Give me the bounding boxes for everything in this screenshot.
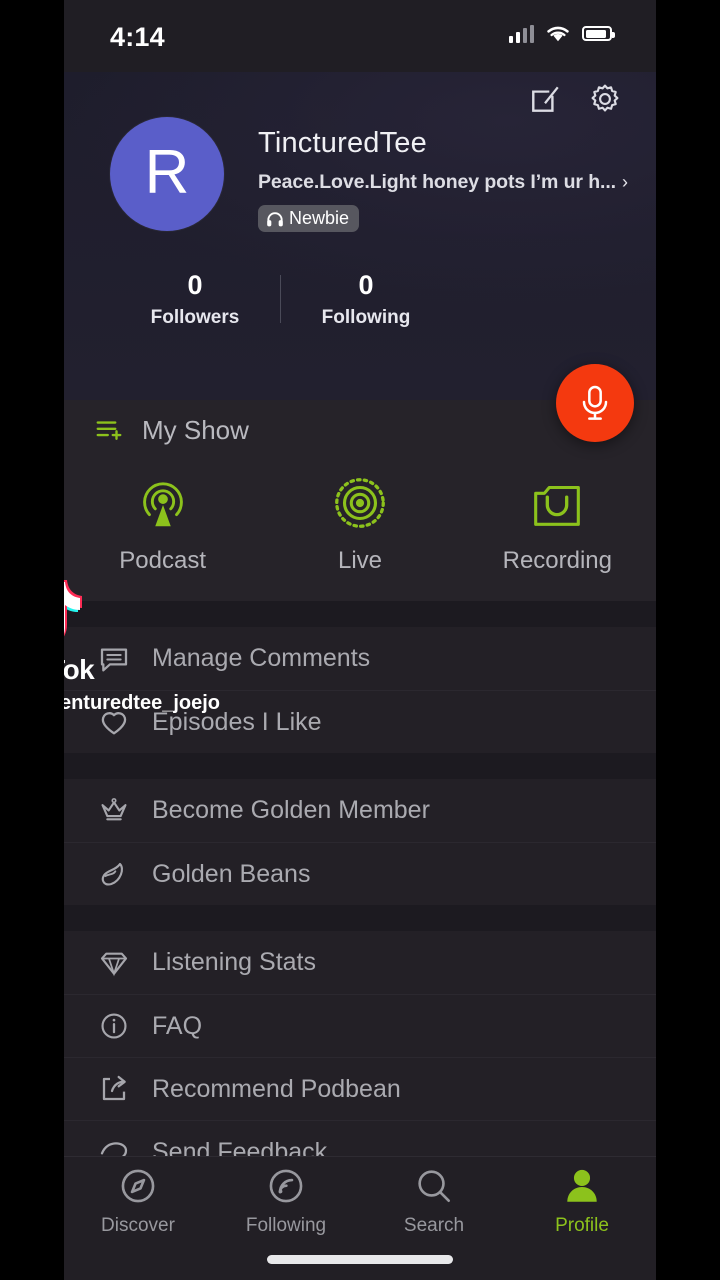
tab-label: Discover bbox=[101, 1215, 175, 1236]
gear-icon[interactable] bbox=[588, 82, 622, 116]
section-gap bbox=[64, 601, 656, 627]
profile-info: TincturedTee Peace.Love.Light honey pots… bbox=[258, 117, 628, 234]
tab-profile[interactable]: Profile bbox=[508, 1165, 656, 1245]
tab-label: Search bbox=[403, 1215, 465, 1236]
shortcut-recording-label: Recording bbox=[502, 547, 613, 574]
microphone-icon bbox=[582, 385, 608, 420]
shortcut-live-label: Live bbox=[337, 547, 382, 574]
home-indicator[interactable] bbox=[267, 1255, 453, 1264]
avatar-letter: R bbox=[144, 137, 190, 207]
menu-item-recommend-podbean[interactable]: Recommend Podbean bbox=[64, 1057, 656, 1120]
diamond-icon bbox=[94, 947, 134, 979]
menu-item-label: Recommend Podbean bbox=[152, 1074, 401, 1103]
status-badge[interactable]: Newbie bbox=[258, 205, 360, 232]
bottom-navigation: Discover Following Search Profile bbox=[64, 1156, 656, 1280]
edit-pencil-icon[interactable] bbox=[528, 82, 562, 116]
comment-icon bbox=[94, 643, 134, 675]
compass-icon bbox=[121, 1169, 155, 1203]
menu-item-episodes-i-like[interactable]: Episodes I Like bbox=[64, 690, 656, 753]
shortcut-podcast-label: Podcast bbox=[119, 547, 207, 574]
page-title: TincturedTee bbox=[258, 127, 427, 159]
tab-label: Following bbox=[245, 1215, 327, 1236]
profile-bio[interactable]: Peace.Love.Light honey pots I’m ur h... … bbox=[258, 171, 628, 194]
tab-following[interactable]: Following bbox=[212, 1165, 360, 1245]
stat-followers[interactable]: 0 Followers bbox=[110, 270, 280, 329]
followers-count: 0 bbox=[187, 269, 203, 300]
my-show-shortcuts: Podcast Live Recording bbox=[64, 460, 656, 601]
live-radio-icon bbox=[335, 478, 385, 528]
profile-bio-text: Peace.Love.Light honey pots I’m ur h... bbox=[258, 171, 616, 193]
person-icon bbox=[567, 1169, 597, 1202]
shortcut-live[interactable]: Live bbox=[261, 472, 458, 575]
bean-icon bbox=[94, 858, 134, 890]
share-icon bbox=[94, 1073, 134, 1105]
stat-following[interactable]: 0 Following bbox=[281, 270, 451, 329]
status-badge-label: Newbie bbox=[289, 208, 350, 228]
shortcut-podcast[interactable]: Podcast bbox=[64, 472, 261, 575]
menu-item-golden-beans[interactable]: Golden Beans bbox=[64, 842, 656, 905]
wifi-icon bbox=[547, 26, 569, 42]
menu-item-label: Episodes I Like bbox=[152, 707, 322, 736]
menu-item-label: Become Golden Member bbox=[152, 796, 430, 824]
menu-section-3: Listening Stats FAQ Recommend Podbean Se… bbox=[64, 931, 656, 1183]
crown-icon bbox=[94, 795, 134, 827]
info-icon bbox=[94, 1010, 134, 1042]
app-screen: 4:14 R TincturedTee Peace.Love.Light hon… bbox=[64, 0, 656, 1280]
tab-search[interactable]: Search bbox=[360, 1165, 508, 1245]
following-label: Following bbox=[321, 306, 411, 328]
podcast-broadcast-icon bbox=[142, 482, 183, 527]
rss-icon bbox=[269, 1169, 303, 1203]
my-show-title: My Show bbox=[142, 414, 249, 445]
following-count: 0 bbox=[358, 269, 374, 300]
shortcut-recording[interactable]: Recording bbox=[459, 472, 656, 575]
playlist-add-icon bbox=[96, 421, 122, 440]
section-gap bbox=[64, 905, 656, 931]
menu-section-2: Become Golden Member Golden Beans bbox=[64, 779, 656, 905]
section-gap bbox=[64, 753, 656, 779]
status-bar-clock: 4:14 bbox=[110, 22, 165, 52]
chevron-right-icon: › bbox=[622, 172, 628, 192]
menu-item-manage-comments[interactable]: Manage Comments bbox=[64, 627, 656, 690]
menu-section-1: Manage Comments Episodes I Like bbox=[64, 627, 656, 753]
recording-icon bbox=[534, 485, 581, 526]
menu-item-label: Golden Beans bbox=[152, 859, 311, 888]
tab-discover[interactable]: Discover bbox=[64, 1165, 212, 1245]
heart-icon bbox=[94, 706, 134, 738]
battery-icon bbox=[582, 26, 615, 41]
search-icon bbox=[418, 1170, 451, 1203]
menu-item-label: Manage Comments bbox=[152, 644, 371, 672]
profile-stats: 0 Followers 0 Following bbox=[64, 234, 656, 329]
avatar[interactable]: R bbox=[110, 117, 224, 231]
menu-item-become-golden-member[interactable]: Become Golden Member bbox=[64, 779, 656, 842]
menu-item-label: FAQ bbox=[152, 1011, 203, 1040]
cellular-signal-icon bbox=[508, 24, 534, 43]
menu-item-faq[interactable]: FAQ bbox=[64, 994, 656, 1057]
tab-label: Profile bbox=[555, 1215, 609, 1236]
headphones-icon bbox=[267, 211, 283, 226]
header-actions bbox=[528, 82, 622, 116]
record-button[interactable] bbox=[556, 364, 634, 442]
status-bar: 4:14 bbox=[64, 0, 656, 72]
profile-header: R TincturedTee Peace.Love.Light honey po… bbox=[64, 72, 656, 442]
menu-item-label: Listening Stats bbox=[152, 948, 316, 976]
followers-label: Followers bbox=[150, 306, 240, 328]
menu-item-listening-stats[interactable]: Listening Stats bbox=[64, 931, 656, 994]
status-bar-icons bbox=[508, 24, 615, 43]
